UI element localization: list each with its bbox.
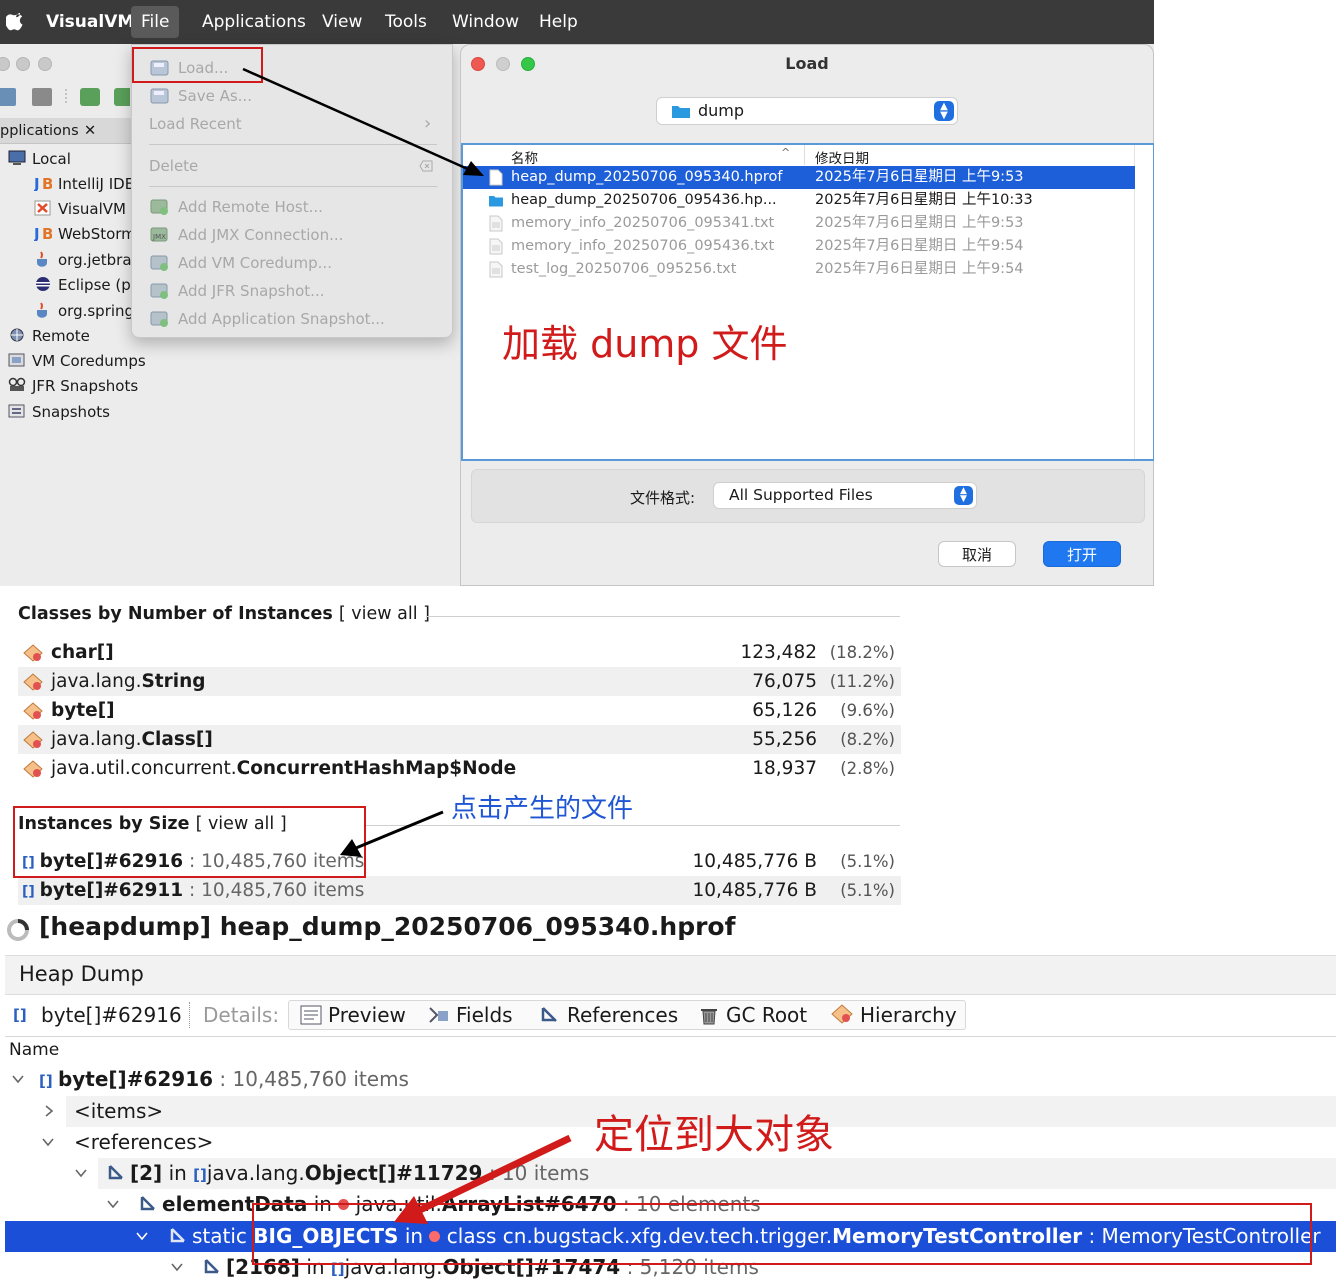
annotation-arrow-red (394, 1134, 572, 1224)
